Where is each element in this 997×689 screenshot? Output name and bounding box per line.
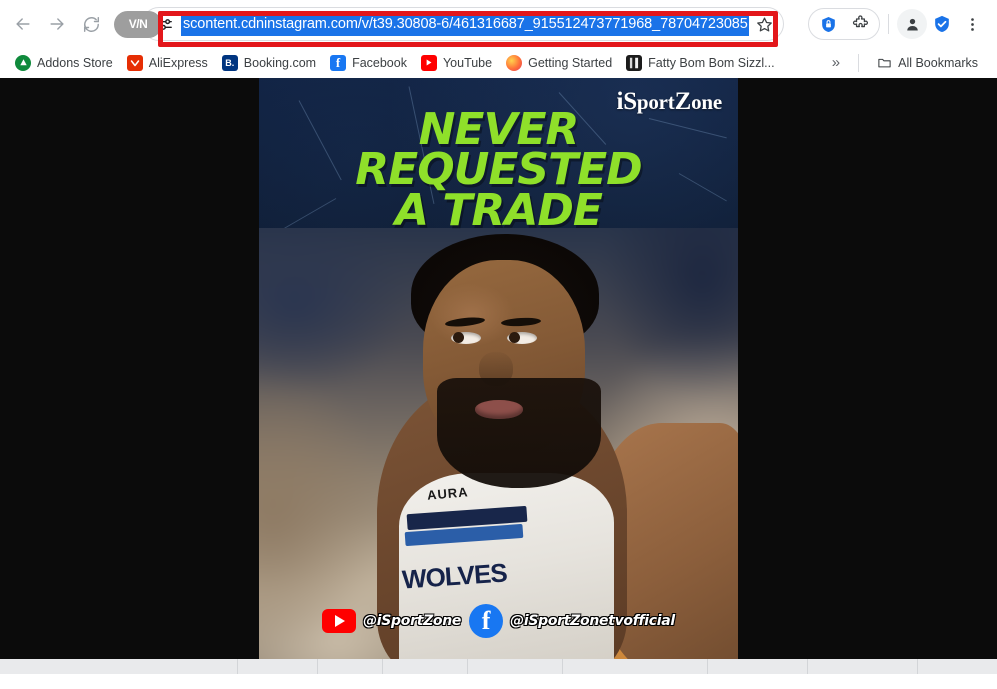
eyebrow-left (444, 315, 486, 329)
reload-icon (83, 16, 99, 32)
bookmark-youtube[interactable]: YouTube (414, 52, 499, 74)
three-dot-menu-icon (970, 17, 974, 31)
youtube-handle: @iSportZone (363, 613, 462, 629)
omnibox-container: scontent.cdninstagram.com/v/t39.30808-6/… (142, 7, 802, 41)
taskbar-slot[interactable] (0, 659, 238, 674)
youtube-handle-chip: @iSportZone (322, 609, 461, 633)
pupil-right (509, 332, 520, 343)
taskbar-slot[interactable] (808, 659, 918, 674)
booking-icon: B. (221, 54, 238, 71)
facebook-icon: f (330, 54, 347, 71)
social-handles-row: @iSportZone f @iSportZonetvofficial (259, 604, 738, 638)
generic-site-icon (626, 54, 643, 71)
all-bookmarks-button[interactable]: All Bookmarks (869, 52, 985, 74)
bookmarks-bar: Addons Store AliExpress B. Booking.com f… (0, 48, 997, 78)
bookmark-booking[interactable]: B. Booking.com (215, 52, 323, 74)
url-text[interactable]: scontent.cdninstagram.com/v/t39.30808-6/… (181, 12, 749, 36)
password-manager-button[interactable] (813, 9, 843, 39)
reload-button[interactable] (74, 7, 108, 41)
bookmark-getting-started[interactable]: Getting Started (499, 52, 619, 74)
bookmark-facebook[interactable]: f Facebook (323, 52, 414, 74)
taskbar-slot[interactable] (318, 659, 383, 674)
extensions-pill (808, 8, 880, 40)
vpn-status-badge[interactable]: V/N (114, 10, 162, 38)
firefox-icon (506, 54, 523, 71)
forward-button[interactable] (40, 7, 74, 41)
extensions-puzzle-icon (852, 14, 868, 27)
instagram-image-graphic[interactable]: iSportZone NEVER REQUESTED A TRADE AURA … (259, 78, 738, 674)
youtube-play-icon (322, 609, 357, 633)
player-head (407, 234, 603, 488)
extensions-button[interactable] (845, 9, 875, 39)
bookmark-label: Addons Store (37, 55, 113, 70)
bookmark-fatty-bom-bom[interactable]: Fatty Bom Bom Sizzl... (619, 52, 781, 74)
all-bookmarks-label: All Bookmarks (898, 55, 978, 70)
addons-store-icon (15, 54, 31, 71)
bookmark-this-tab-button[interactable] (751, 11, 777, 37)
bookmark-label: Getting Started (528, 55, 613, 70)
facebook-handle-chip: f @iSportZonetvofficial (469, 604, 675, 638)
browser-chrome: V/N scontent.cdninstagram.com/v/t39.3080… (0, 0, 997, 78)
taskbar-slot[interactable] (238, 659, 318, 674)
bookmark-aliexpress[interactable]: AliExpress (120, 52, 215, 74)
bookmark-label: AliExpress (148, 55, 208, 70)
safety-check-shield-icon (935, 15, 949, 32)
bookmark-addons-store[interactable]: Addons Store (8, 52, 120, 74)
player-face (423, 260, 601, 488)
password-key-shield-icon (821, 16, 835, 32)
graphic-headline: NEVER REQUESTED A TRADE (259, 107, 738, 236)
headline-line-3: A TRADE (395, 184, 603, 236)
profile-button[interactable] (897, 9, 927, 39)
toolbar-actions (802, 8, 987, 40)
taskbar-slot[interactable] (383, 659, 468, 674)
address-bar[interactable]: scontent.cdninstagram.com/v/t39.30808-6/… (142, 7, 784, 41)
bookmarks-overflow-area: » All Bookmarks (824, 52, 989, 74)
aliexpress-icon (126, 54, 143, 71)
eyebrow-right (500, 316, 542, 328)
browser-toolbar: V/N scontent.cdninstagram.com/v/t39.3080… (0, 0, 997, 48)
bookmarks-divider (858, 53, 860, 72)
taskbar-slot[interactable] (468, 659, 563, 674)
bookmark-label: Fatty Bom Bom Sizzl... (648, 55, 775, 70)
taskbar-sliver[interactable] (0, 659, 997, 674)
page-viewport: iSportZone NEVER REQUESTED A TRADE AURA … (0, 78, 997, 674)
pupil-left (453, 332, 464, 343)
toolbar-divider (888, 14, 889, 34)
star-icon (756, 16, 772, 32)
bookmarks-overflow-button[interactable]: » (824, 52, 848, 73)
chrome-menu-button[interactable] (957, 9, 987, 39)
folder-icon (876, 55, 892, 71)
back-button[interactable] (6, 7, 40, 41)
safety-check-button[interactable] (927, 9, 957, 39)
back-arrow-icon (16, 18, 30, 30)
bookmark-label: YouTube (442, 55, 493, 70)
player-mouth (475, 400, 523, 419)
youtube-icon (420, 54, 437, 71)
bookmark-label: Facebook (352, 55, 407, 70)
facebook-f-icon: f (469, 604, 504, 638)
bookmark-label: Booking.com (243, 55, 317, 70)
forward-arrow-icon (50, 18, 64, 30)
taskbar-slot[interactable] (563, 659, 708, 674)
facebook-handle: @iSportZonetvofficial (510, 613, 675, 629)
player-beard (437, 378, 601, 488)
taskbar-slot[interactable] (708, 659, 808, 674)
profile-avatar-icon (906, 18, 918, 31)
